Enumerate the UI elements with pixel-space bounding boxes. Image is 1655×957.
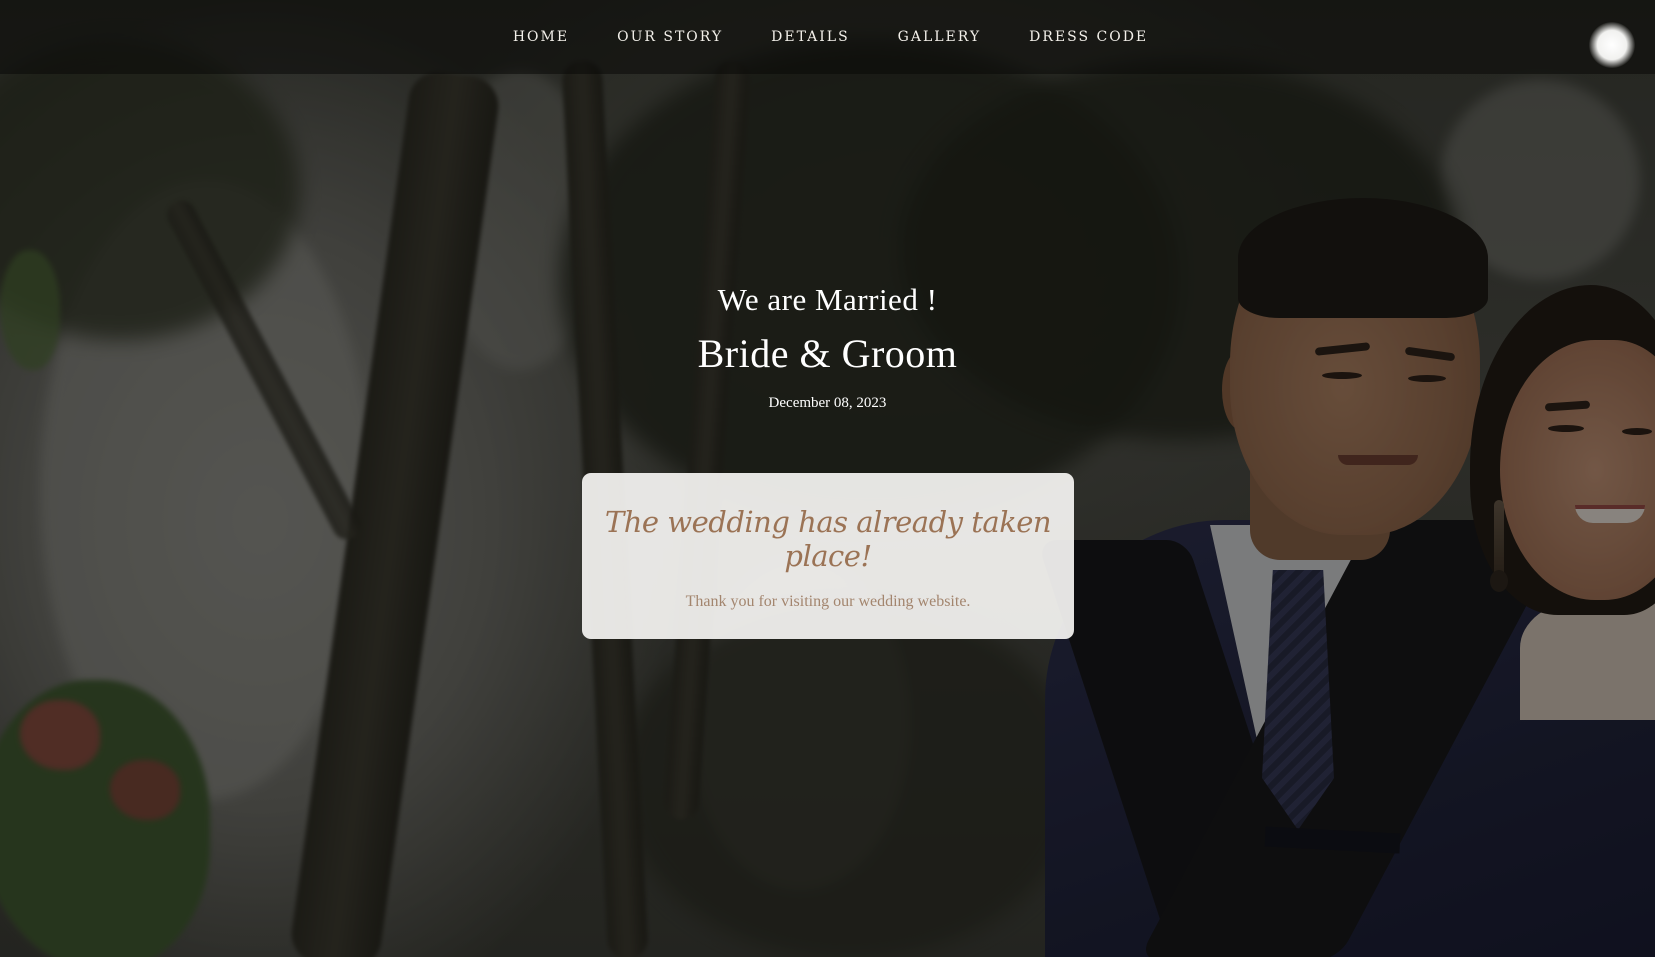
nav-link-dress-code[interactable]: DRESS CODE (1029, 29, 1148, 45)
notice-message: Thank you for visiting our wedding websi… (685, 593, 971, 610)
couple-names: Bride & Groom (697, 331, 958, 376)
wedding-date: December 08, 2023 (768, 395, 887, 411)
notice-title: The wedding has already taken place! (604, 505, 1052, 573)
music-toggle-button[interactable] (1589, 22, 1635, 68)
wedding-passed-notice-card: The wedding has already taken place! Tha… (582, 473, 1074, 639)
top-navigation: HOME OUR STORY DETAILS GALLERY DRESS COD… (0, 0, 1655, 74)
hero-heading-block: We are Married ! Bride & Groom December … (0, 282, 1655, 412)
hero-subtitle: We are Married ! (717, 282, 938, 317)
nav-link-details[interactable]: DETAILS (771, 29, 850, 45)
nav-link-gallery[interactable]: GALLERY (898, 29, 981, 45)
nav-link-home[interactable]: HOME (513, 29, 569, 45)
nav-links: HOME OUR STORY DETAILS GALLERY DRESS COD… (513, 29, 1148, 45)
nav-link-our-story[interactable]: OUR STORY (617, 29, 723, 45)
